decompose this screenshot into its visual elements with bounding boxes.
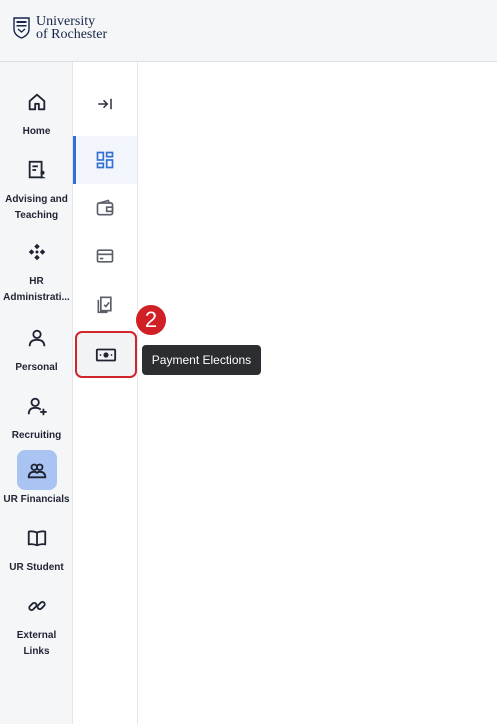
nav-label-ur-student: UR Student <box>9 562 64 573</box>
nav-label-hr: HR Administrati... <box>3 276 70 303</box>
sub-item-wallet[interactable] <box>73 186 137 230</box>
nav-item-external-links[interactable]: External Links <box>0 586 73 660</box>
expand-button[interactable] <box>73 82 137 126</box>
credit-card-icon <box>96 249 114 263</box>
sub-item-card[interactable] <box>73 234 137 278</box>
nav-item-hr[interactable]: HR Administrati... <box>0 232 73 306</box>
people-group-icon <box>16 450 57 490</box>
home-icon <box>17 82 57 122</box>
person-add-icon <box>17 386 57 426</box>
university-logo[interactable]: University of Rochester <box>13 15 108 42</box>
person-icon <box>17 318 57 358</box>
nav-item-ur-student[interactable]: UR Student <box>0 518 73 576</box>
dashboard-icon <box>96 151 114 169</box>
document-person-icon <box>17 150 57 190</box>
crest-icon <box>13 17 30 39</box>
nav-item-home[interactable]: Home <box>0 82 73 140</box>
nav-item-recruiting[interactable]: Recruiting <box>0 386 73 444</box>
brand-text: University of Rochester <box>36 15 108 42</box>
sub-nav <box>73 62 138 724</box>
document-check-icon <box>97 296 112 314</box>
cash-icon <box>95 348 117 361</box>
nav-item-personal[interactable]: Personal <box>0 318 73 376</box>
sub-item-documents[interactable] <box>73 282 137 326</box>
nav-label-external-links: External Links <box>16 630 57 657</box>
nav-item-advising[interactable]: Advising and Teaching <box>0 150 73 224</box>
tooltip-payment-elections: Payment Elections <box>142 345 261 375</box>
wallet-icon <box>96 199 114 216</box>
nav-label-recruiting: Recruiting <box>11 430 62 441</box>
book-icon <box>17 518 57 558</box>
payment-elections-button[interactable] <box>75 331 137 378</box>
nav-label-advising: Advising and Teaching <box>5 194 68 221</box>
left-nav: Home Advising and Teaching HR Administrati… <box>0 62 73 724</box>
step-badge: 2 <box>134 303 168 337</box>
diamond-grid-icon <box>17 232 57 272</box>
sub-item-dashboard[interactable] <box>73 136 137 184</box>
nav-item-ur-financials[interactable]: UR Financials <box>0 450 73 508</box>
brand-line-2: of Rochester <box>36 27 108 42</box>
expand-arrow-icon <box>98 98 112 110</box>
nav-label-personal: Personal <box>15 362 58 373</box>
link-icon <box>17 586 57 626</box>
nav-label-ur-financials: UR Financials <box>3 494 70 505</box>
top-bar: University of Rochester <box>0 0 497 62</box>
nav-label-home: Home <box>22 126 51 137</box>
